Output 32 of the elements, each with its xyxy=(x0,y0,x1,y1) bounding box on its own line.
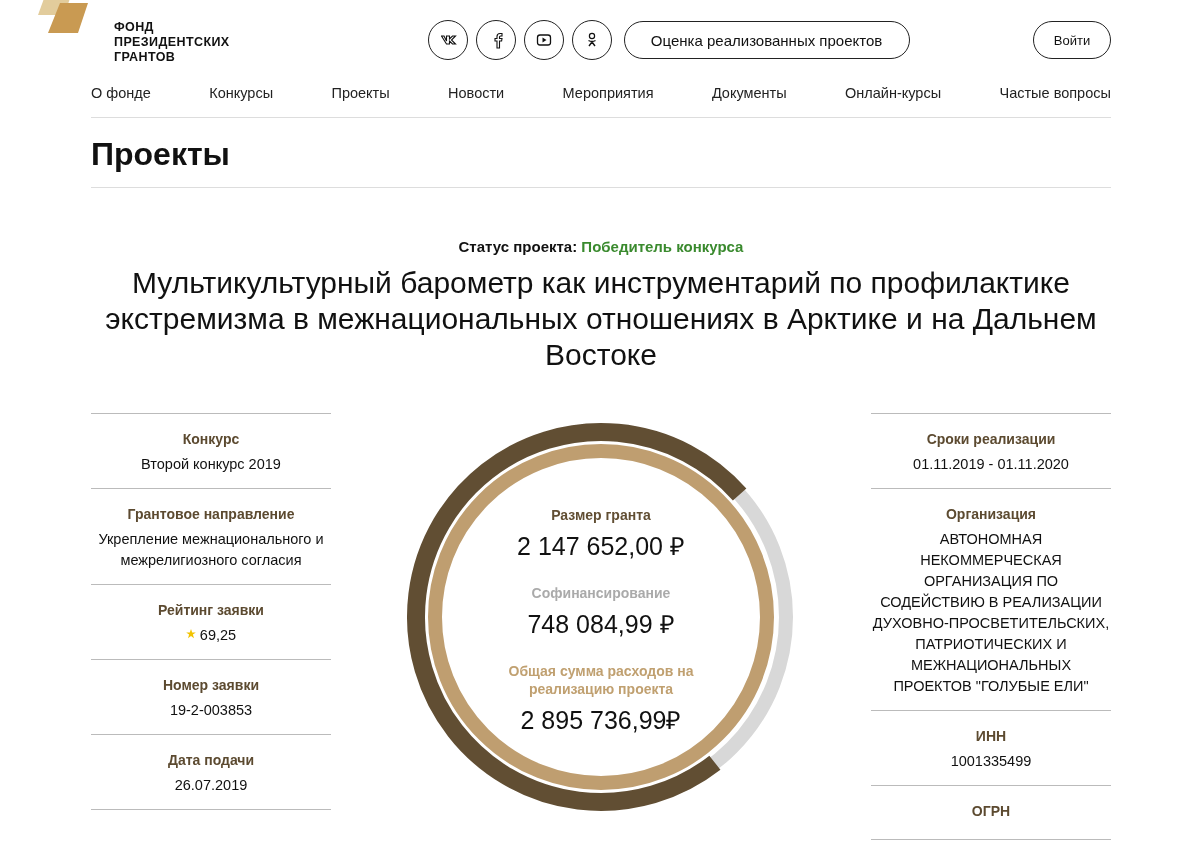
nav-link[interactable]: О фонде xyxy=(91,85,151,101)
nav-link[interactable]: Конкурсы xyxy=(209,85,274,101)
status-label: Статус проекта: xyxy=(458,238,578,255)
info-value: 1001335499 xyxy=(949,752,1033,771)
info-value: 19-2-003853 xyxy=(168,701,254,720)
project-title: Мультикультурный барометр как инструментарий по профилактике экстремизма в межнациональных отношениях в Арктике и на Дальнем Востоке xyxy=(104,265,1098,373)
info-label: Грантовое направление xyxy=(126,506,296,522)
info-value: 01.11.2019 - 01.11.2020 xyxy=(912,455,1070,474)
info-value: Второй конкурс 2019 xyxy=(140,455,282,474)
nav-link[interactable]: Мероприятия xyxy=(562,85,654,101)
evaluation-button[interactable]: Оценка реализованных проектов xyxy=(623,21,910,59)
info-label: Дата подачи xyxy=(166,752,256,768)
nav-link[interactable]: Проекты xyxy=(331,85,390,101)
info-label: Рейтинг заявки xyxy=(157,602,265,618)
info-value: 26.07.2019 xyxy=(173,776,249,795)
nav-link[interactable]: Новости xyxy=(448,85,505,101)
info-value: 69,25 xyxy=(199,627,237,643)
nav-link[interactable]: Документы xyxy=(711,85,787,101)
status-value: Победитель конкурса xyxy=(581,238,744,255)
info-label: Организация xyxy=(944,506,1038,522)
nav-link[interactable]: Частые вопросы xyxy=(999,85,1111,101)
nav-link[interactable]: Онлайн-курсы xyxy=(845,85,942,101)
info-label: Сроки реализации xyxy=(925,431,1057,447)
info-label: Номер заявки xyxy=(162,677,260,693)
info-label: Конкурс xyxy=(181,431,241,447)
logo-text: ФОНД ПРЕЗИДЕНТСКИХ ГРАНТОВ xyxy=(114,20,230,65)
info-value: АВТОНОМНАЯ НЕКОММЕРЧЕСКАЯ ОРГАНИЗАЦИЯ ПО СОДЕЙСТВИЮ В РЕАЛИЗАЦИИ ДУХОВНО-ПРОСВЕТИТЕЛЬСКИХ, ПАТРИОТИЧЕСКИХ И МЕЖНАЦИОНАЛЬНЫХ ПРОЕКТОВ "ГОЛУБЫЕ ЕЛИ" xyxy=(871,530,1111,696)
info-value: Укрепление межнационального и межрелигиозного согласия xyxy=(97,530,325,570)
page-title: Проекты xyxy=(91,118,1111,188)
info-label: ИНН xyxy=(974,728,1008,744)
login-button[interactable]: Войти xyxy=(1033,21,1111,59)
info-label: ОГРН xyxy=(970,803,1012,819)
